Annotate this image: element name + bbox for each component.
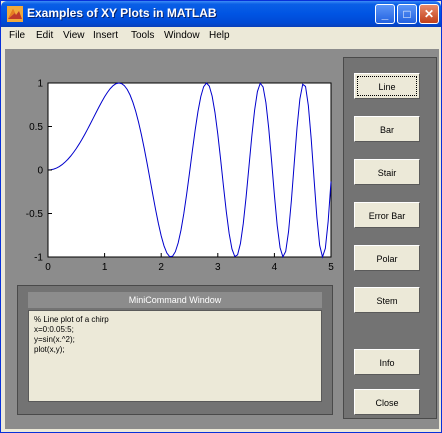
window-title: Examples of XY Plots in MATLAB xyxy=(27,6,217,20)
command-window-title: MiniCommand Window xyxy=(28,292,322,308)
x-tick-label: 0 xyxy=(45,262,51,273)
code-line: plot(x,y); xyxy=(34,345,65,354)
code-line: x=0:0.05:5; xyxy=(34,325,74,334)
code-line: % Line plot of a chirp xyxy=(34,315,109,324)
plot-area: 0 1 2 3 4 5 -1 -0.5 0 0.5 1 xyxy=(5,49,341,325)
menu-view[interactable]: View xyxy=(63,30,85,41)
title-bar[interactable]: Examples of XY Plots in MATLAB _ □ ✕ xyxy=(1,1,441,27)
menu-file[interactable]: File xyxy=(9,30,25,41)
maximize-button[interactable]: □ xyxy=(397,4,417,24)
y-tick-label: -1 xyxy=(34,253,43,264)
command-text-area[interactable]: % Line plot of a chirp x=0:0.05:5; y=sin… xyxy=(28,310,322,402)
bar-button[interactable]: Bar xyxy=(354,116,420,142)
menu-tools[interactable]: Tools xyxy=(131,30,154,41)
x-tick-label: 2 xyxy=(158,262,164,273)
matlab-logo-icon xyxy=(7,6,23,22)
stair-button[interactable]: Stair xyxy=(354,159,420,185)
info-button[interactable]: Info xyxy=(354,349,420,375)
menu-bar: File Edit View Insert Tools Window Help xyxy=(1,27,441,47)
menu-insert[interactable]: Insert xyxy=(93,30,118,41)
minimize-button[interactable]: _ xyxy=(375,4,395,24)
code-line: y=sin(x.^2); xyxy=(34,335,75,344)
matlab-figure-window: Examples of XY Plots in MATLAB _ □ ✕ Fil… xyxy=(0,0,442,433)
close-button[interactable]: Close xyxy=(354,389,420,415)
button-panel: Line Bar Stair Error Bar Polar Stem Info… xyxy=(343,57,437,419)
y-tick-label: 0.5 xyxy=(29,122,43,133)
y-tick-label: -0.5 xyxy=(26,209,44,220)
mini-command-window: MiniCommand Window % Line plot of a chir… xyxy=(17,285,333,415)
line-chart[interactable]: 0 1 2 3 4 5 -1 -0.5 0 0.5 1 xyxy=(5,49,341,325)
menu-window[interactable]: Window xyxy=(164,30,200,41)
figure-canvas: 0 1 2 3 4 5 -1 -0.5 0 0.5 1 MiniCommand Window % L… xyxy=(5,49,439,429)
close-window-button[interactable]: ✕ xyxy=(419,4,439,24)
menu-help[interactable]: Help xyxy=(209,30,230,41)
x-tick-label: 4 xyxy=(272,262,278,273)
x-tick-label: 3 xyxy=(215,262,221,273)
menu-edit[interactable]: Edit xyxy=(36,30,53,41)
polar-button[interactable]: Polar xyxy=(354,245,420,271)
x-tick-label: 1 xyxy=(102,262,108,273)
y-tick-label: 0 xyxy=(37,166,43,177)
y-tick-label: 1 xyxy=(37,79,43,90)
line-button[interactable]: Line xyxy=(354,73,420,99)
error-bar-button[interactable]: Error Bar xyxy=(354,202,420,228)
x-tick-label: 5 xyxy=(328,262,334,273)
stem-button[interactable]: Stem xyxy=(354,287,420,313)
